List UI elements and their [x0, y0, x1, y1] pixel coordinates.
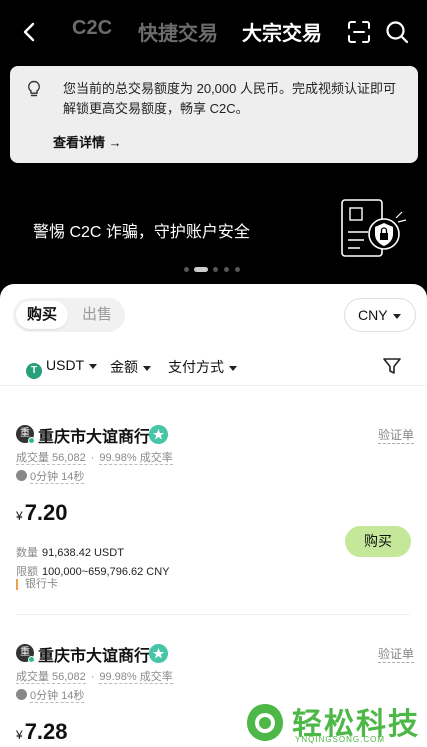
pagination-dot[interactable] [184, 267, 189, 272]
tab-quick-trade[interactable]: 快捷交易 [138, 17, 218, 46]
price-value: 7.20 [24, 500, 68, 525]
quantity-value: 91,638.42 USDT [42, 547, 124, 559]
pagination-dot[interactable] [213, 267, 218, 272]
top-navigation-bar: C2C 快捷交易 大宗交易 [0, 0, 427, 62]
chevron-down-icon [229, 365, 237, 371]
back-arrow-icon[interactable] [16, 18, 44, 46]
tab-block-trade[interactable]: 大宗交易 [242, 17, 322, 46]
filter-bar: T USDT 金额 支付方式 [0, 350, 427, 384]
trade-volume: 成交量 56,082 [16, 452, 86, 465]
trade-volume: 成交量 56,082 [16, 671, 86, 684]
limit-notice-text: 您当前的总交易额度为 20,000 人民币。完成视频认证即可解锁更高交易额度，畅… [63, 81, 396, 116]
trade-panel: 购买 出售 CNY T USDT 金额 支付方式 重 重庆市大谊商行 验证单 成交… [0, 284, 427, 747]
coin-filter[interactable]: T USDT [26, 357, 98, 379]
banner-slogan: 警惕 C2C 诈骗，守护账户安全 [33, 224, 250, 241]
buy-button[interactable]: 购买 [345, 526, 411, 557]
coin-filter-label: USDT [46, 357, 85, 373]
online-status-dot [28, 656, 35, 663]
limit-value: 100,000~659,796.62 CNY [42, 566, 170, 578]
scan-icon[interactable] [346, 19, 372, 45]
lightbulb-icon [28, 80, 40, 97]
merchant-name[interactable]: 重庆市大谊商行 [38, 423, 150, 447]
order-limit: 限额 100,000~659,796.62 CNY [16, 563, 170, 579]
completion-rate: 99.98% 成交率 [99, 452, 173, 465]
tether-coin-icon: T [26, 363, 42, 379]
pagination-dot[interactable] [235, 267, 240, 272]
limit-label: 限额 [16, 566, 38, 578]
security-shield-illustration [341, 199, 407, 257]
pagination-dot-active[interactable] [194, 267, 208, 272]
payment-filter-label: 支付方式 [168, 359, 224, 375]
verification-label[interactable]: 验证单 [378, 645, 415, 663]
tab-c2c[interactable]: C2C [72, 17, 112, 40]
chevron-down-icon [89, 363, 98, 369]
chevron-down-icon [392, 313, 401, 319]
unit-price: ¥7.28 [16, 719, 68, 745]
verification-label[interactable]: 验证单 [378, 426, 415, 444]
amount-filter-label: 金额 [110, 359, 138, 375]
buy-sell-toggle: 购买 出售 [13, 298, 125, 332]
avg-release-time: 0分钟 14秒 [16, 468, 85, 484]
merchant-name[interactable]: 重庆市大谊商行 [38, 642, 150, 666]
amount-filter[interactable]: 金额 [110, 357, 151, 377]
pagination-dot[interactable] [224, 267, 229, 272]
merchant-stats: 成交量 56,082 · 99.98% 成交率 [16, 671, 173, 684]
quantity-label: 数量 [16, 547, 38, 559]
clock-icon [16, 689, 27, 700]
payment-filter[interactable]: 支付方式 [168, 357, 237, 377]
clock-icon [16, 470, 27, 481]
merchant-ad-card[interactable]: 重 重庆市大谊商行 验证单 成交量 56,082 · 99.98% 成交率 0分钟 … [0, 420, 427, 610]
release-time-value: 0分钟 14秒 [30, 690, 85, 703]
currency-symbol: ¥ [16, 728, 23, 742]
tab-buy[interactable]: 购买 [16, 301, 68, 329]
release-time-value: 0分钟 14秒 [30, 471, 85, 484]
price-value: 7.28 [24, 719, 68, 744]
currency-symbol: ¥ [16, 509, 23, 523]
funnel-filter-icon[interactable] [382, 356, 402, 376]
available-quantity: 数量 91,638.42 USDT [16, 544, 124, 560]
currency-value: CNY [358, 307, 388, 323]
completion-rate: 99.98% 成交率 [99, 671, 173, 684]
verified-star-badge-icon [149, 644, 168, 663]
payment-method: 银行卡 [16, 579, 58, 590]
tab-sell[interactable]: 出售 [71, 301, 123, 329]
view-details-link[interactable]: 查看详情 → [53, 132, 122, 151]
online-status-dot [28, 437, 35, 444]
avg-release-time: 0分钟 14秒 [16, 687, 85, 703]
chevron-down-icon [143, 365, 151, 371]
unit-price: ¥7.20 [16, 500, 68, 526]
watermark-subtitle: YNQINGSONG.COM [295, 735, 386, 744]
ad-divider [16, 614, 410, 615]
site-watermark: 轻松科技 YNQINGSONG.COM [240, 697, 427, 747]
search-icon[interactable] [384, 19, 410, 45]
merchant-stats: 成交量 56,082 · 99.98% 成交率 [16, 452, 173, 465]
promo-banner[interactable]: 警惕 C2C 诈骗，守护账户安全 [0, 163, 427, 283]
filter-divider [0, 385, 427, 386]
leaf-logo-icon [247, 704, 283, 741]
currency-selector[interactable]: CNY [344, 298, 416, 332]
verified-star-badge-icon [149, 425, 168, 444]
